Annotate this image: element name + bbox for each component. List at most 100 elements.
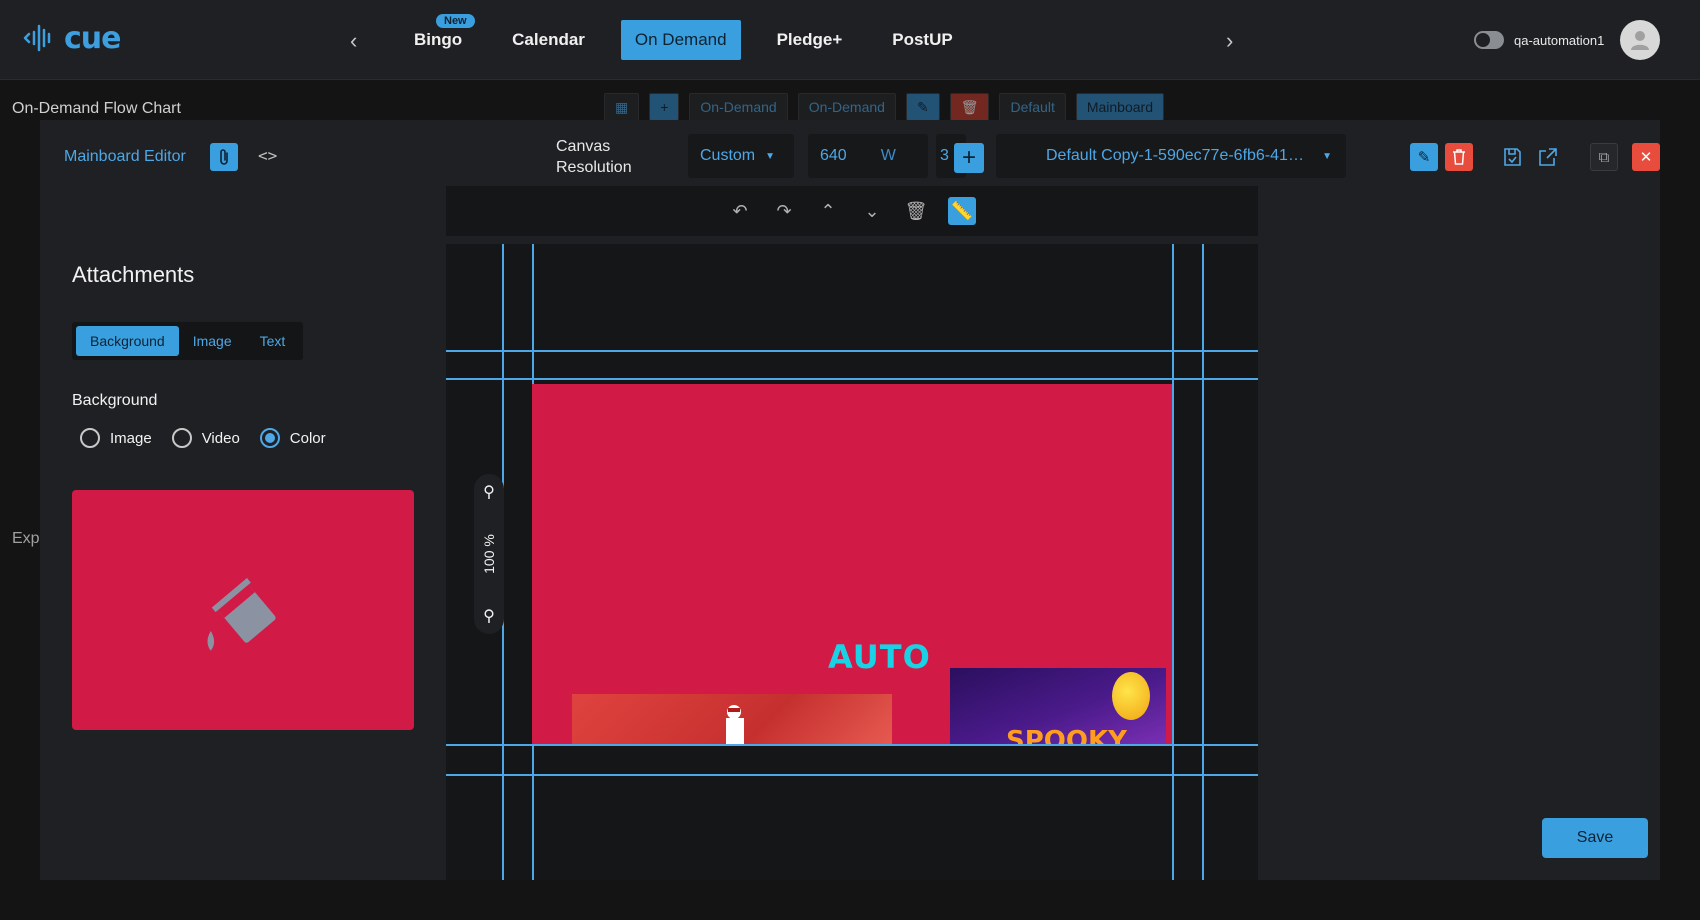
guide-line[interactable]: [446, 744, 1258, 746]
close-modal-button[interactable]: ✕: [1632, 143, 1660, 171]
artboard[interactable]: AUTO SPOOKY: [532, 384, 1172, 744]
radio-circle: [259, 428, 280, 448]
layout-select[interactable]: Default Copy-1-590ec77e-6fb6-419a-84f4-8…: [996, 134, 1346, 178]
add-icon: +: [649, 93, 680, 121]
copy-icon: ⧉: [1598, 148, 1610, 166]
undo-icon[interactable]: ↶: [728, 199, 752, 223]
avatar[interactable]: [1620, 20, 1661, 60]
close-icon: ✕: [1639, 149, 1653, 166]
nav-tab-on-demand[interactable]: On Demand: [620, 20, 741, 60]
trash-icon[interactable]: 🗑: [904, 199, 928, 223]
radio-label: Video: [201, 429, 240, 447]
text-element[interactable]: AUTO: [828, 638, 931, 676]
canvas-area[interactable]: AUTO SPOOKY ⚲ 100 % ⚲: [446, 244, 1258, 880]
nav-tab-label: Bingo: [414, 30, 463, 49]
save-button[interactable]: Save: [1542, 818, 1648, 858]
image-element-text: SPOOKY: [1006, 726, 1127, 744]
tab-background[interactable]: Background: [76, 326, 179, 356]
attachments-title: Attachments: [72, 262, 195, 287]
background-toolbar: ▦ + On-Demand On-Demand ✎ 🗑 Default Main…: [604, 92, 1164, 122]
nav-tab-label: PostUP: [892, 30, 953, 49]
radio-circle: [171, 428, 192, 448]
radio-color[interactable]: Color: [259, 428, 326, 448]
share-icon: [1539, 148, 1557, 166]
nav-tab-pledge-plus[interactable]: Pledge+: [763, 20, 857, 60]
trash-icon: [1453, 149, 1465, 165]
editor-title: Mainboard Editor: [64, 148, 186, 165]
user-icon: [1631, 31, 1650, 50]
paperclip-icon: [220, 149, 228, 165]
nav-tab-bingo[interactable]: Bingo New: [400, 14, 476, 60]
background-color-picker[interactable]: [72, 490, 414, 730]
attachment-tabs: Background Image Text: [72, 322, 304, 360]
chevron-down-icon: ▼: [1322, 150, 1332, 162]
tab-text[interactable]: Text: [246, 326, 300, 356]
attachment-button[interactable]: [210, 143, 238, 171]
canvas-toolbar: ↶ ↷ ⌃ ⌄ 🗑 📏: [446, 186, 1258, 236]
duplicate-button[interactable]: ⧉: [1590, 143, 1618, 171]
ruler-icon[interactable]: 📏: [948, 197, 976, 225]
guide-line[interactable]: [1202, 244, 1204, 880]
nav-prev-arrow-icon[interactable]: ‹: [350, 28, 368, 53]
modal-header: Mainboard Editor <> Canvas Resolution Cu…: [40, 120, 1660, 186]
zoom-in-icon[interactable]: ⚲: [483, 482, 495, 502]
nav-tab-postup[interactable]: PostUP: [878, 20, 966, 60]
character-icon: [726, 705, 744, 744]
logo-text: cue: [64, 20, 121, 56]
theme-toggle[interactable]: [1474, 31, 1504, 49]
guide-line[interactable]: [1172, 244, 1174, 880]
move-up-icon[interactable]: ⌃: [816, 199, 840, 223]
image-element-2[interactable]: SPOOKY: [950, 668, 1166, 744]
guide-line[interactable]: [446, 774, 1258, 776]
page-title: On-Demand Flow Chart: [12, 100, 181, 117]
save-as-icon[interactable]: [1498, 143, 1526, 171]
zoom-level: 100 %: [481, 534, 498, 574]
redo-icon[interactable]: ↷: [772, 199, 796, 223]
zoom-control: ⚲ 100 % ⚲: [474, 474, 504, 634]
tab-image[interactable]: Image: [179, 326, 246, 356]
delete-icon: 🗑: [949, 93, 990, 121]
save-file-icon: [1504, 148, 1521, 166]
move-down-icon[interactable]: ⌄: [860, 199, 884, 223]
nav-tab-calendar[interactable]: Calendar: [498, 20, 599, 60]
resolution-preset-value: Custom: [700, 147, 756, 164]
export-icon[interactable]: [1534, 143, 1562, 171]
code-icon[interactable]: <>: [258, 146, 277, 165]
type-select: On-Demand: [797, 93, 896, 121]
background-label: Background: [72, 392, 158, 409]
guide-line[interactable]: [446, 350, 1258, 352]
delete-layout-button[interactable]: [1445, 143, 1473, 171]
resolution-preset-select[interactable]: Custom ▼: [688, 134, 794, 178]
background-type-radio-group: Image Video Color: [80, 428, 346, 448]
logo-wave-icon: [23, 24, 51, 52]
edit-icon: ✎: [905, 93, 940, 121]
nav-tab-label: Pledge+: [776, 30, 843, 49]
radio-circle: [80, 428, 100, 448]
chevron-down-icon: ▼: [765, 150, 776, 162]
app-logo[interactable]: cue: [22, 20, 121, 56]
radio-label: Color: [289, 429, 326, 447]
add-layout-button[interactable]: +: [954, 143, 984, 173]
radio-image[interactable]: Image: [80, 428, 152, 448]
mode-button: Mainboard: [1075, 93, 1164, 121]
paint-bucket-icon: [207, 578, 276, 651]
new-badge: New: [436, 14, 475, 28]
width-input[interactable]: 640 W: [808, 134, 928, 178]
image-element-1[interactable]: [572, 694, 892, 744]
layout-name: Default Copy-1-590ec77e-6fb6-419a-84f4-8…: [1046, 147, 1312, 164]
canvas-resolution-label: Canvas Resolution: [556, 138, 632, 176]
moon-graphic: [1112, 672, 1150, 720]
nav-tab-label: On Demand: [634, 30, 727, 49]
mainboard-editor-modal: Mainboard Editor <> Canvas Resolution Cu…: [40, 120, 1660, 880]
zoom-out-icon[interactable]: ⚲: [483, 606, 495, 626]
main-nav-tabs: Bingo New Calendar On Demand Pledge+ Pos…: [400, 14, 989, 60]
height-value: 3: [940, 147, 949, 164]
width-value: 640: [820, 147, 847, 164]
width-unit: W: [880, 147, 896, 164]
nav-next-arrow-icon[interactable]: ›: [1226, 28, 1244, 53]
guide-line[interactable]: [446, 378, 1258, 380]
edit-layout-button[interactable]: ✎: [1410, 143, 1438, 171]
grid-icon: ▦: [604, 93, 640, 121]
top-nav-bar: cue ‹ Bingo New Calendar On Demand Pledg…: [0, 0, 1700, 80]
radio-video[interactable]: Video: [171, 428, 240, 448]
